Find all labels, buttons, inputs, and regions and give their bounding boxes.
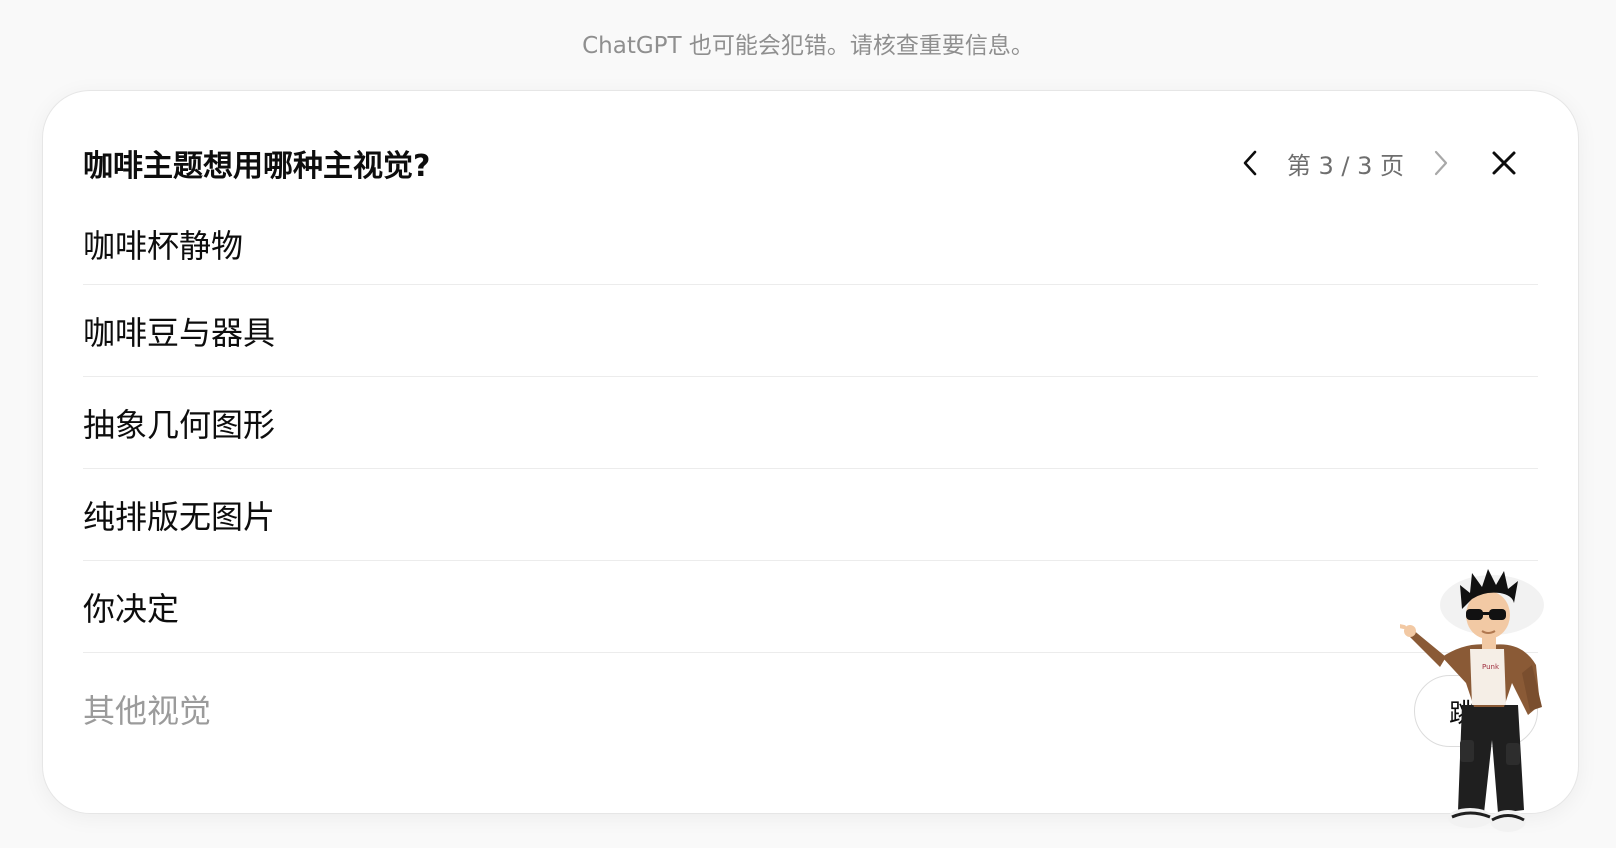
close-icon	[1492, 151, 1516, 175]
question-title: 咖啡主题想用哪种主视觉?	[83, 149, 431, 184]
next-page-button[interactable]	[1424, 143, 1458, 183]
chevron-right-icon	[1434, 150, 1448, 176]
pagination: 第 3 / 3 页	[1233, 143, 1458, 183]
option-item[interactable]: 你决定	[83, 561, 1538, 653]
option-item[interactable]: 咖啡杯静物	[83, 203, 1538, 285]
question-card: 咖啡主题想用哪种主视觉? 第 3 / 3 页 咖啡杯静物 咖啡豆与器具 抽象几何…	[42, 90, 1579, 814]
chevron-left-icon	[1243, 150, 1257, 176]
other-option-input[interactable]	[83, 692, 1283, 730]
disclaimer-text: ChatGPT 也可能会犯错。请核查重要信息。	[582, 33, 1034, 59]
shirt-print: Punk	[1482, 663, 1500, 671]
option-item[interactable]: 纯排版无图片	[83, 469, 1538, 561]
option-item[interactable]: 咖啡豆与器具	[83, 285, 1538, 377]
page-indicator: 第 3 / 3 页	[1286, 151, 1404, 180]
cartoon-mascot: Punk	[1400, 569, 1544, 832]
option-list: 咖啡杯静物 咖啡豆与器具 抽象几何图形 纯排版无图片 你决定	[83, 203, 1538, 653]
other-option-row: 跳过	[83, 661, 1538, 761]
close-button[interactable]	[1484, 143, 1524, 183]
option-item[interactable]: 抽象几何图形	[83, 377, 1538, 469]
prev-page-button[interactable]	[1233, 143, 1267, 183]
